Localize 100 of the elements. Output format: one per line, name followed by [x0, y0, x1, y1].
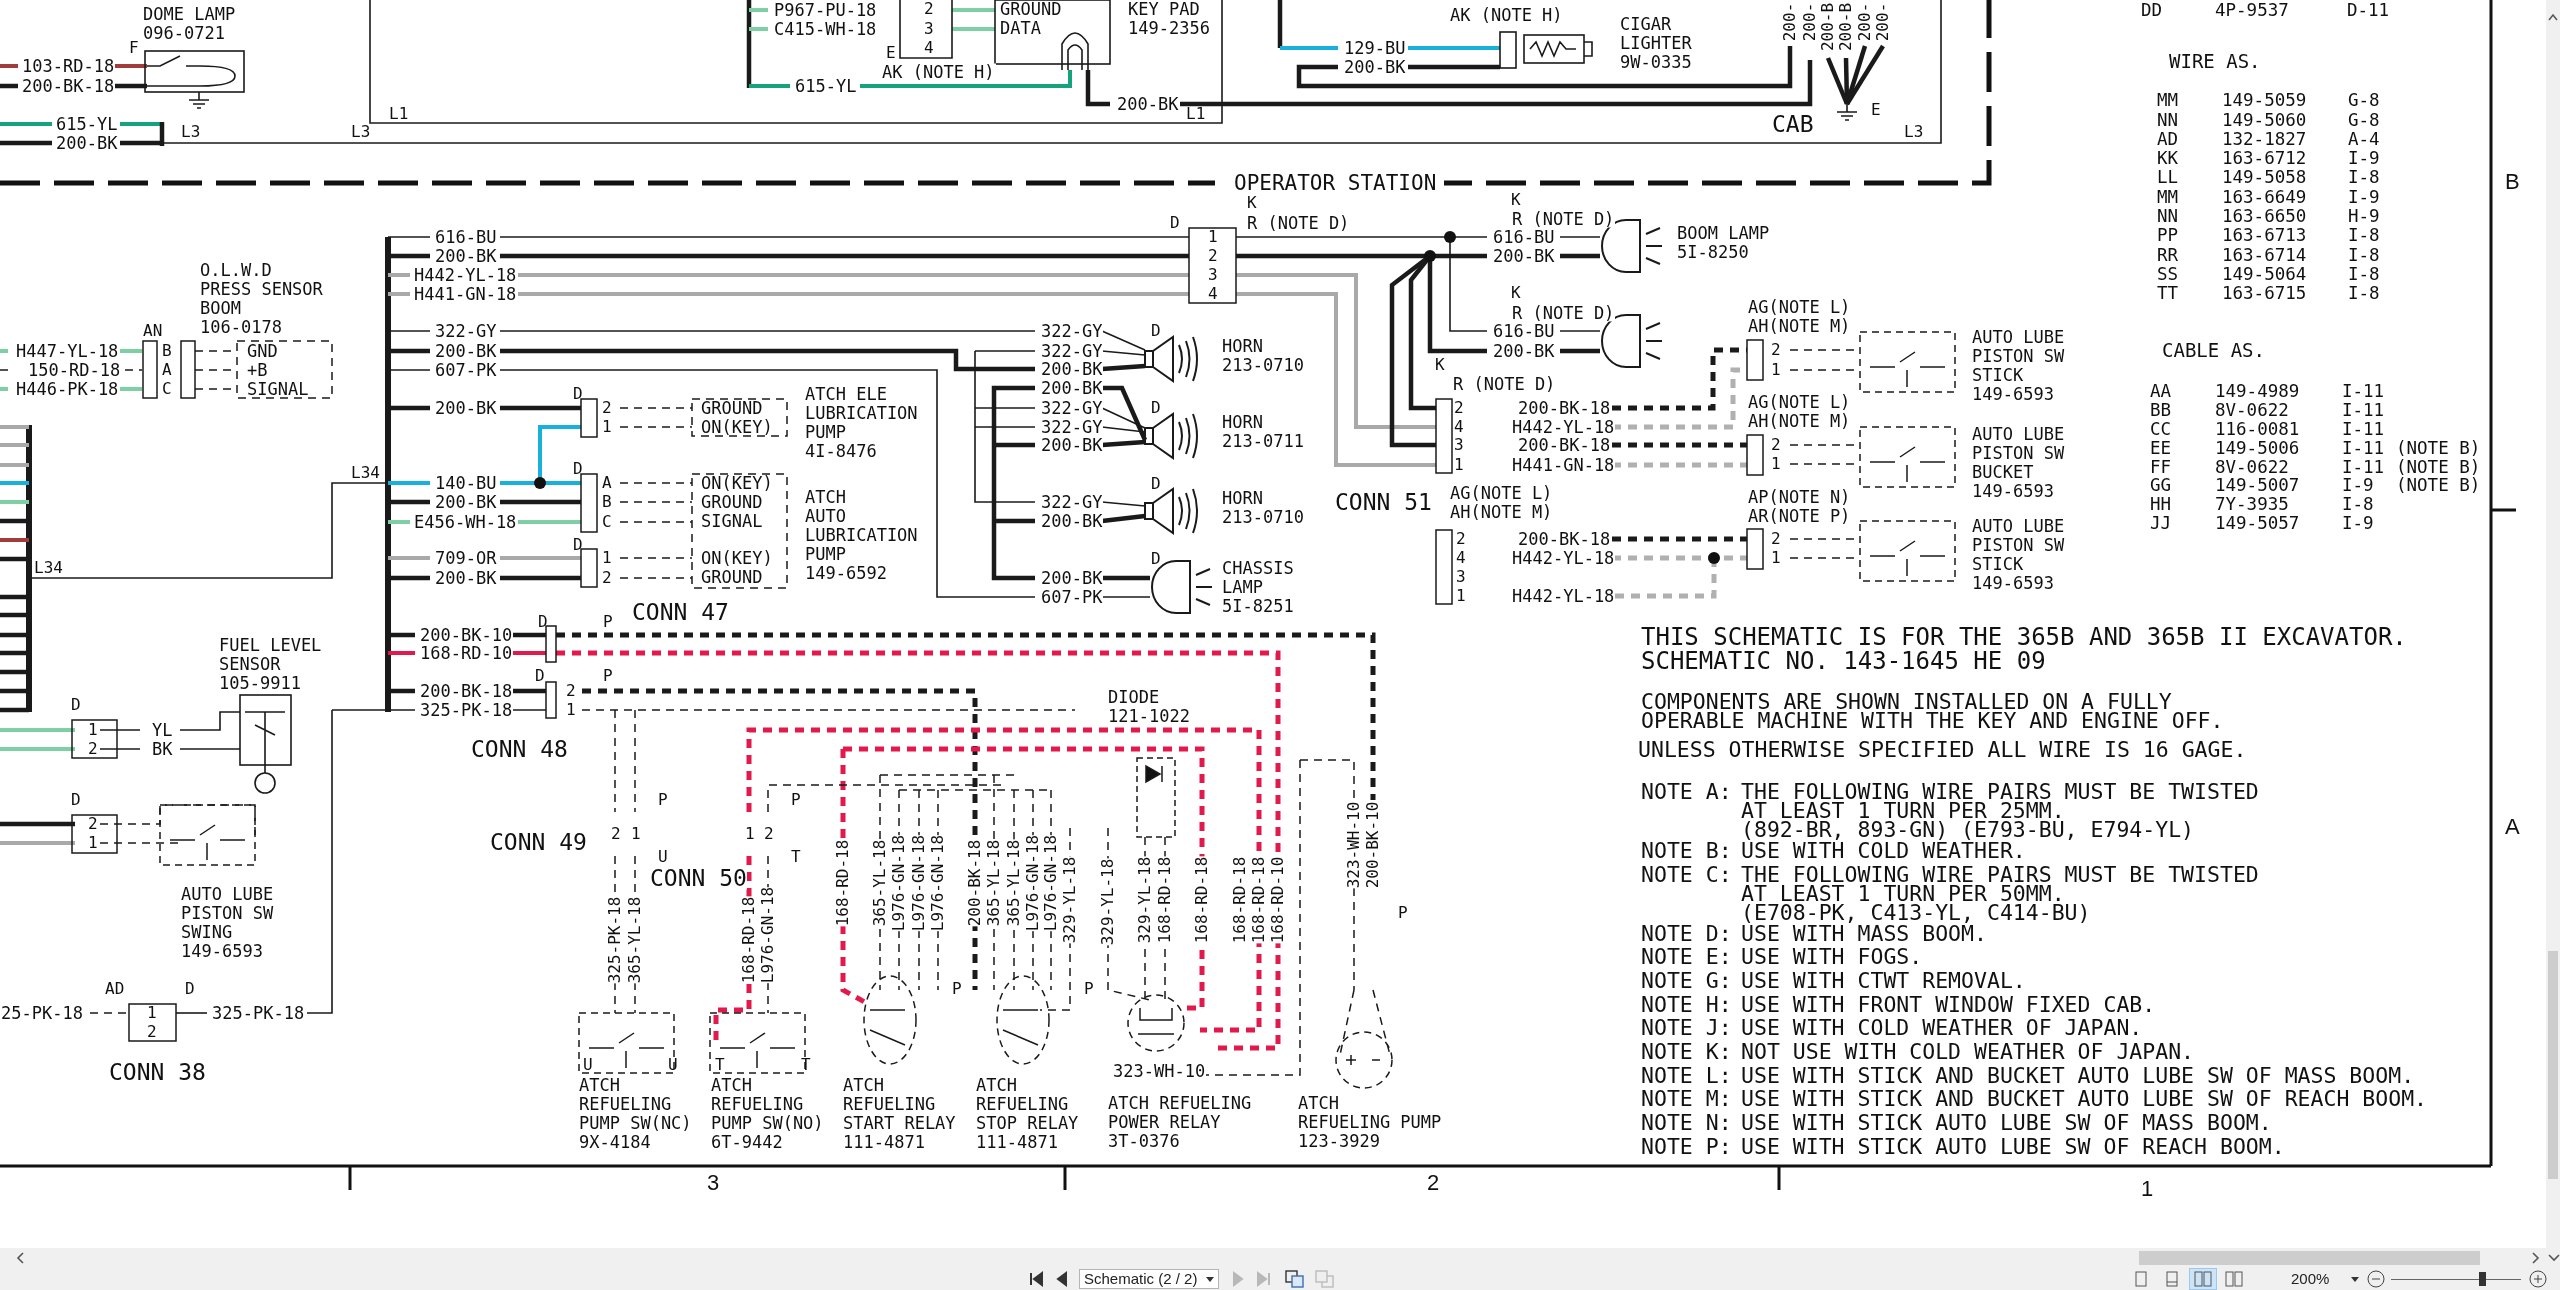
wire-label: 168-RD-10 [1270, 856, 1286, 944]
wire-label: R (NOTE D) [1511, 210, 1616, 228]
table-title: WIRE AS. [2169, 52, 2262, 72]
caret-icon [1206, 1276, 1214, 1282]
table-cell-text: DD [2141, 1, 2164, 20]
wire-label: 200-BK [1492, 342, 1556, 360]
table-cell-text: 4P-9537 [2215, 1, 2290, 20]
zoom-out-icon[interactable] [2367, 1270, 2386, 1288]
pin-label: P [603, 614, 613, 630]
wire-label: 200-BK-10 [1365, 801, 1381, 889]
chevron-right-icon[interactable] [2532, 1252, 2540, 1264]
component-label: ATCH REFUELING START RELAY 111-4871 [843, 1075, 956, 1152]
table-cell-text: HH [2150, 495, 2173, 515]
zoom-in-icon[interactable] [2529, 1270, 2548, 1288]
table-cell-text: 149-5006 [2215, 438, 2301, 458]
scrollbar-thumb[interactable] [2548, 951, 2558, 1179]
wire-label: AK (NOTE H) [881, 63, 996, 81]
chevron-down-icon[interactable] [2548, 1254, 2560, 1262]
note-text: NOTE A: THE FOLLOWING WIRE PAIRS MUST BE TWISTED AT LEAST 1 TURN PER 25MM. (892-BR, 893-GN) (E793-BU, E794-YL) [1641, 782, 2259, 839]
horn-icon [1144, 487, 1198, 535]
pin-label: D [71, 792, 81, 808]
table-cell-text: FF [2150, 457, 2173, 477]
pin-label: 2 [1771, 531, 1781, 547]
wire-label: 168-RD-18 [1251, 856, 1267, 944]
pin-label: D [573, 461, 583, 477]
note-text: NOTE H: USE WITH FRONT WINDOW FIXED CAB. [1641, 995, 2156, 1014]
page-layout-icon [2194, 1270, 2212, 1288]
wire-label: 200-BK [434, 569, 498, 587]
note-text: NOTE C: THE FOLLOWING WIRE PAIRS MUST BE TWISTED AT LEAST 1 TURN PER 50MM. (E708-PK, C413-YL, C414-BU) [1641, 865, 2259, 922]
table-cell-text: 8V-0622 [2215, 400, 2290, 420]
triangle-icon [1230, 1271, 1246, 1287]
wire-label: P967-PU-18 [773, 1, 878, 19]
chevron-left-icon[interactable] [16, 1252, 24, 1264]
pin-label: K [1511, 192, 1521, 208]
page-select[interactable]: Schematic (2 / 2) [1079, 1269, 1219, 1289]
extract-page-button[interactable] [1283, 1269, 1307, 1289]
wire-label: 200- [1782, 2, 1798, 42]
table-cell-text: 163-6715 [2222, 284, 2308, 304]
wire-label: 140-BU [434, 474, 498, 492]
table-cell-text: 163-6650 [2222, 207, 2308, 227]
pin-label: D [1170, 215, 1180, 231]
pin-label: L3 [181, 124, 201, 140]
caret-icon[interactable] [2351, 1276, 2360, 1282]
table-cell-text: NN [2157, 110, 2180, 130]
component-label: AUTO LUBE PISTON SW SWING 149-6593 [181, 884, 274, 961]
wire-label: 200-BK [1040, 360, 1104, 378]
pin-label: 2 [611, 826, 621, 842]
wire-label: 200-BK-18 [1517, 436, 1612, 454]
slider-thumb[interactable] [2479, 1272, 2487, 1286]
table-cell-text: I-11 [2342, 438, 2386, 458]
pages-icon [1285, 1270, 1305, 1288]
pin-label: K [1247, 195, 1257, 211]
pin-label: 3 [1208, 267, 1218, 283]
pin-label: D [573, 537, 583, 553]
pin-label: L34 [351, 465, 380, 481]
wire-label: 168-RD-18 [1157, 856, 1173, 944]
wire-label: 200-BK [434, 493, 498, 511]
pin-label: 2 [1771, 437, 1781, 453]
component-label: HORN 213-0710 [1222, 336, 1304, 375]
scrollbar-thumb[interactable] [2139, 1251, 2480, 1265]
table-cell-text: 149-5057 [2215, 514, 2301, 534]
note-text: COMPONENTS ARE SHOWN INSTALLED ON A FULLY OPERABLE MACHINE WITH THE KEY AND ENGINE OFF. [1641, 692, 2224, 730]
wire-label: 200-BK-18 [967, 839, 983, 927]
chevron-up-icon[interactable] [2548, 14, 2558, 21]
wire-label: 200-BK-18 [1517, 530, 1612, 548]
wire-label: 200-BK [434, 342, 498, 360]
note-text: NOTE D: USE WITH MASS BOOM. [1641, 924, 1987, 943]
component-label: GND +B SIGNAL [247, 341, 309, 399]
table-cell-text: I-9 [2348, 187, 2381, 208]
pin-label: AD [105, 981, 125, 997]
wire-label: 200-BK [1040, 512, 1104, 530]
wire-label: 325-PK-18 [211, 1004, 306, 1022]
zoom-slider[interactable] [2391, 1271, 2522, 1287]
pin-label: 1 [88, 835, 98, 851]
wire-label: 322-GY [1040, 342, 1104, 360]
pin-label: D [573, 386, 583, 402]
wire-label: L976-GN-18 [1043, 834, 1059, 932]
pin-label: A [602, 475, 612, 491]
wire-label: YL [151, 721, 174, 739]
component-label: GROUND ON(KEY) [701, 398, 773, 437]
wire-label: 150-RD-18 [27, 361, 122, 379]
triangle-icon [1054, 1271, 1070, 1287]
pin-label: 1 [745, 826, 755, 842]
table-cell-text: SS [2157, 264, 2180, 285]
wire-label: L976-GN-18 [930, 834, 946, 932]
wire-label: 25-PK-18 [0, 1004, 84, 1022]
wire-label: 607-PK [434, 361, 498, 379]
table-cell-text: CC [2150, 419, 2173, 439]
component-label: FUEL LEVEL SENSOR 105-9911 [219, 635, 322, 693]
wire-label: 365-YL-18 [627, 896, 643, 984]
pin-label: 3 [1456, 569, 1466, 585]
pin-label: D [538, 614, 548, 630]
pin-label: P [1398, 905, 1408, 921]
wire-label: L976-GN-18 [760, 886, 776, 984]
pin-label: E [886, 45, 896, 61]
pin-label: D [71, 697, 81, 713]
component-label: O.L.W.D PRESS SENSOR BOOM 106-0178 [200, 260, 323, 337]
pin-label: 1 [1771, 456, 1781, 472]
pin-label: P [603, 668, 613, 684]
wire-label: 168-RD-18 [741, 896, 757, 984]
